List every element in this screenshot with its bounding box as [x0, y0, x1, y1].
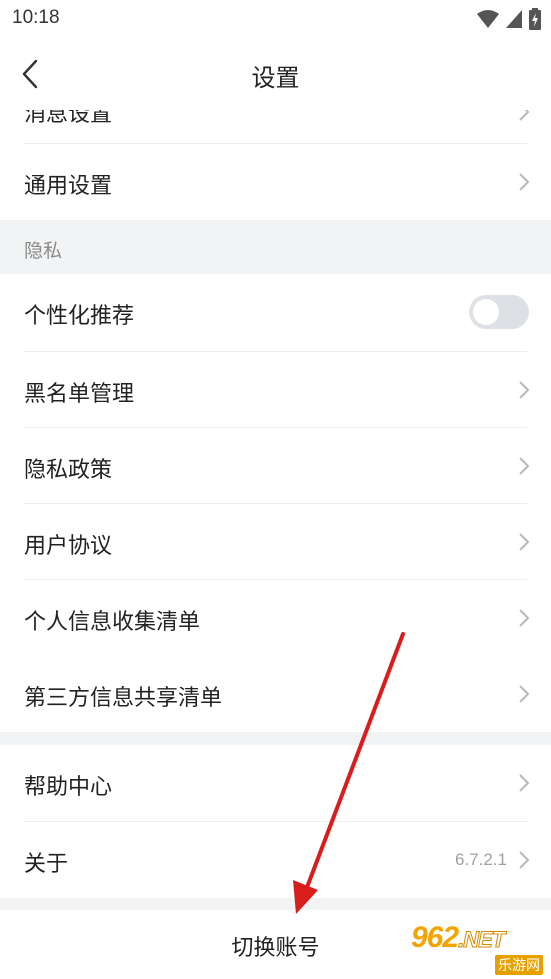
battery-icon [529, 8, 541, 30]
row-help-center-label: 帮助中心 [24, 775, 113, 800]
chevron-right-icon [519, 533, 530, 551]
watermark-sub: 乐游网 [495, 955, 543, 975]
toggle-knob [473, 299, 499, 325]
row-privacy-policy[interactable]: 隐私政策 [0, 428, 551, 504]
row-personal-info-list-label: 个人信息收集清单 [24, 610, 201, 635]
status-icons [477, 8, 541, 30]
chevron-right-icon [519, 173, 530, 191]
row-blacklist-label: 黑名单管理 [24, 382, 135, 407]
row-about-label: 关于 [24, 852, 69, 877]
personalized-recommend-toggle[interactable] [469, 295, 529, 329]
chevron-right-icon [519, 381, 530, 399]
chevron-right-icon [519, 685, 530, 703]
signal-icon [506, 10, 522, 28]
row-about[interactable]: 关于 6.7.2.1 [0, 822, 551, 898]
page-title: 设置 [251, 64, 300, 92]
row-help-center[interactable]: 帮助中心 [0, 745, 551, 822]
chevron-right-icon [519, 851, 530, 869]
chevron-right-icon [519, 110, 530, 121]
section-gap [0, 898, 551, 910]
row-third-party-list[interactable]: 第三方信息共享清单 [0, 656, 551, 732]
section-header-privacy: 隐私 [0, 220, 551, 274]
watermark-logo: 962.NET 乐游网 [411, 919, 543, 975]
row-user-agreement-label: 用户协议 [24, 534, 113, 559]
row-general-settings-label: 通用设置 [24, 174, 113, 199]
nav-bar: 设置 [0, 38, 551, 110]
row-personal-info-list[interactable]: 个人信息收集清单 [0, 580, 551, 656]
chevron-right-icon [519, 609, 530, 627]
row-personalized-recommend-label: 个性化推荐 [24, 304, 135, 329]
watermark-main: 962.NET [411, 921, 506, 954]
row-blacklist[interactable]: 黑名单管理 [0, 352, 551, 428]
row-third-party-list-label: 第三方信息共享清单 [24, 686, 223, 711]
chevron-right-icon [519, 457, 530, 475]
version-text: 6.7.2.1 [455, 850, 507, 869]
row-user-agreement[interactable]: 用户协议 [0, 504, 551, 580]
row-message-settings[interactable]: 消息设置 [0, 110, 551, 144]
chevron-right-icon [519, 774, 530, 792]
row-privacy-policy-label: 隐私政策 [24, 458, 113, 483]
section-header-privacy-label: 隐私 [24, 240, 63, 262]
row-general-settings[interactable]: 通用设置 [0, 144, 551, 220]
status-time: 10:18 [12, 7, 60, 28]
row-personalized-recommend: 个性化推荐 [0, 274, 551, 352]
row-message-settings-label: 消息设置 [24, 110, 113, 127]
section-gap [0, 732, 551, 745]
wifi-icon [477, 10, 499, 28]
status-bar: 10:18 [0, 0, 551, 38]
